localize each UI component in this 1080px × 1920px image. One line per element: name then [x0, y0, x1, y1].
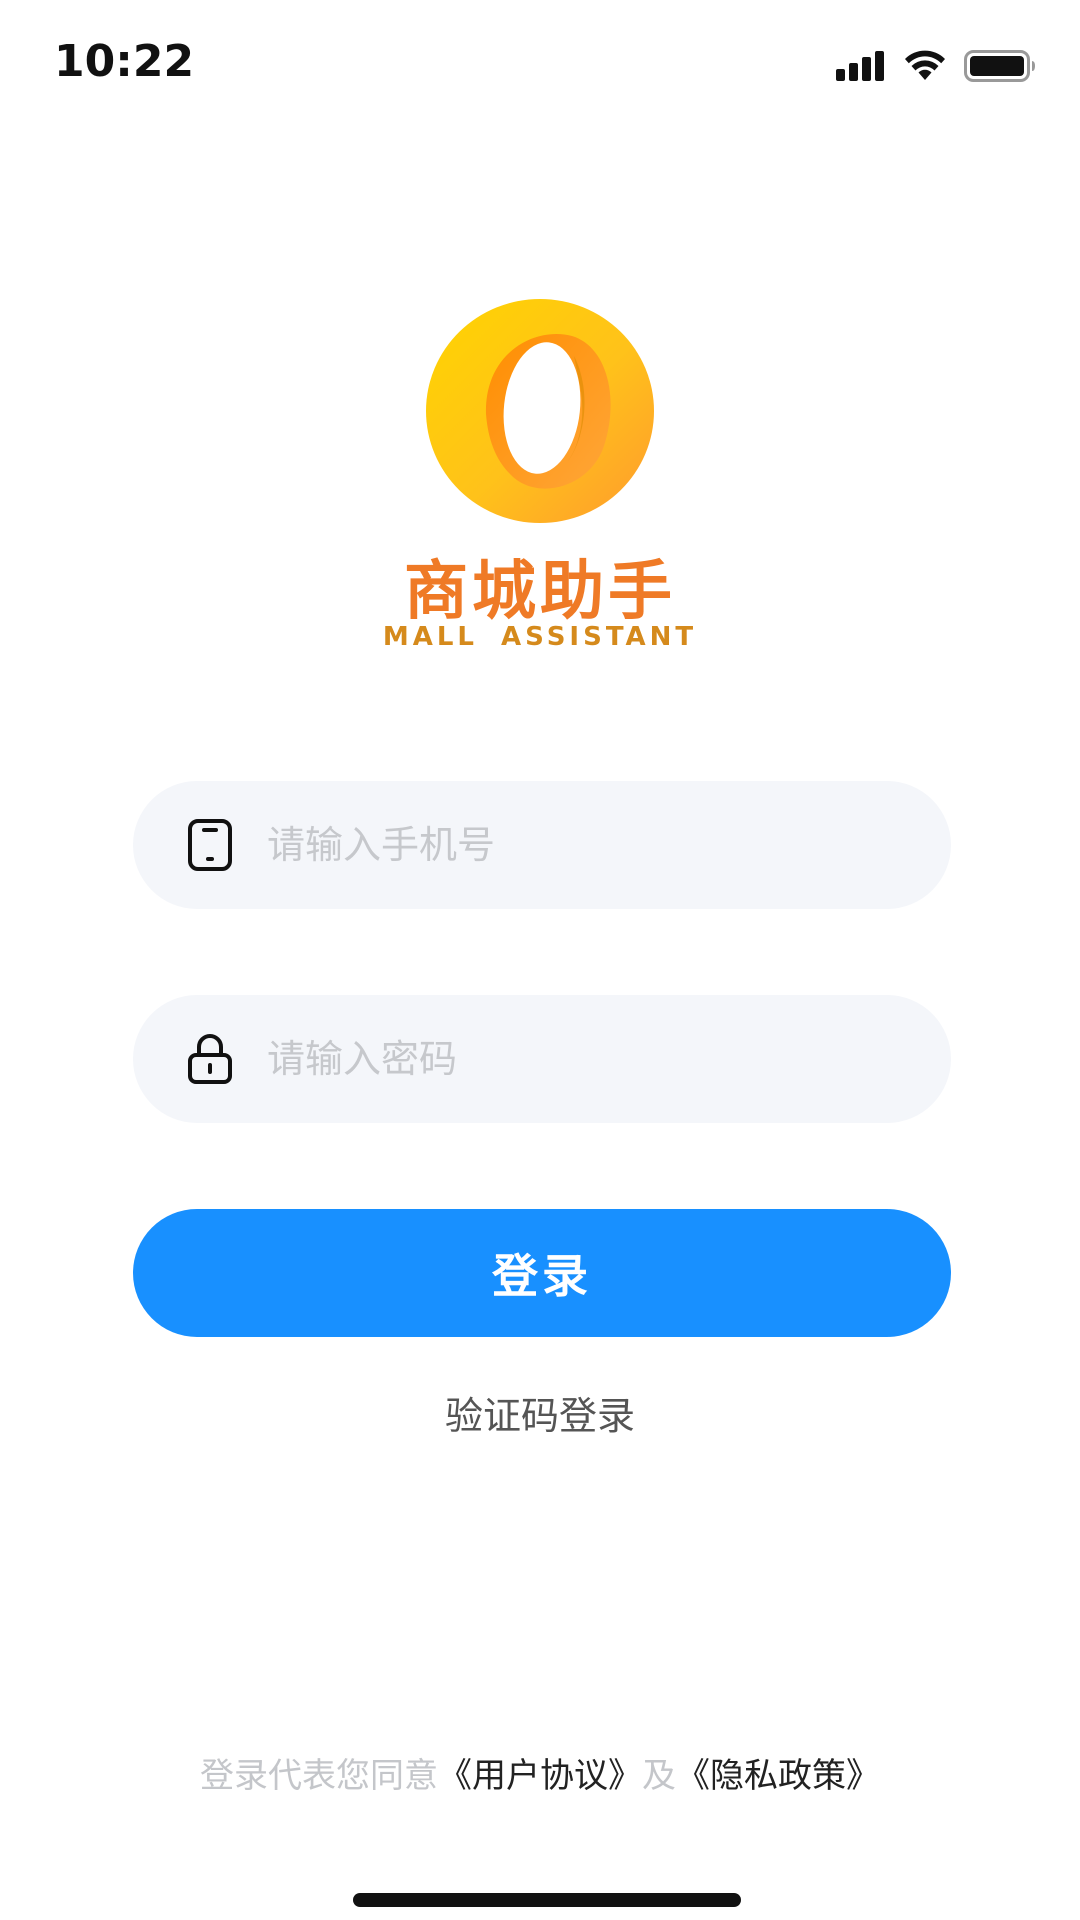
privacy-policy-link[interactable]: 《隐私政策》 [676, 1756, 880, 1796]
brand-name-cn: 商城助手 [404, 555, 676, 629]
user-agreement-link[interactable]: 《用户协议》 [438, 1756, 642, 1796]
phone-input[interactable] [265, 804, 909, 886]
login-button[interactable]: 登录 [133, 1209, 951, 1337]
agreement-text: 登录代表您同意《用户协议》及《隐私政策》 [0, 1748, 1080, 1797]
wifi-icon [905, 50, 945, 80]
brand-name-en: MALL ASSISTANT [382, 622, 698, 652]
password-field[interactable] [133, 995, 951, 1123]
phone-field[interactable] [133, 781, 951, 909]
agreement-prefix: 登录代表您同意 [200, 1756, 438, 1796]
login-screen: 10:22 商城助手 MALL ASSISTANT 请输入手机号 登录 验证码登… [0, 0, 1080, 1920]
home-indicator[interactable] [353, 1893, 741, 1907]
battery-icon [964, 50, 1035, 82]
status-icons [836, 50, 1036, 82]
sms-code-login-link[interactable]: 验证码登录 [0, 1385, 1080, 1440]
password-input[interactable] [265, 1018, 909, 1100]
status-bar: 10:22 [0, 0, 1080, 130]
mall-assistant-logo-icon [426, 299, 654, 523]
phone-icon [185, 818, 235, 872]
lock-icon [185, 1032, 235, 1086]
cellular-signal-icon [836, 51, 884, 81]
agreement-conjunction: 及 [642, 1756, 676, 1796]
status-time: 10:22 [54, 36, 195, 87]
